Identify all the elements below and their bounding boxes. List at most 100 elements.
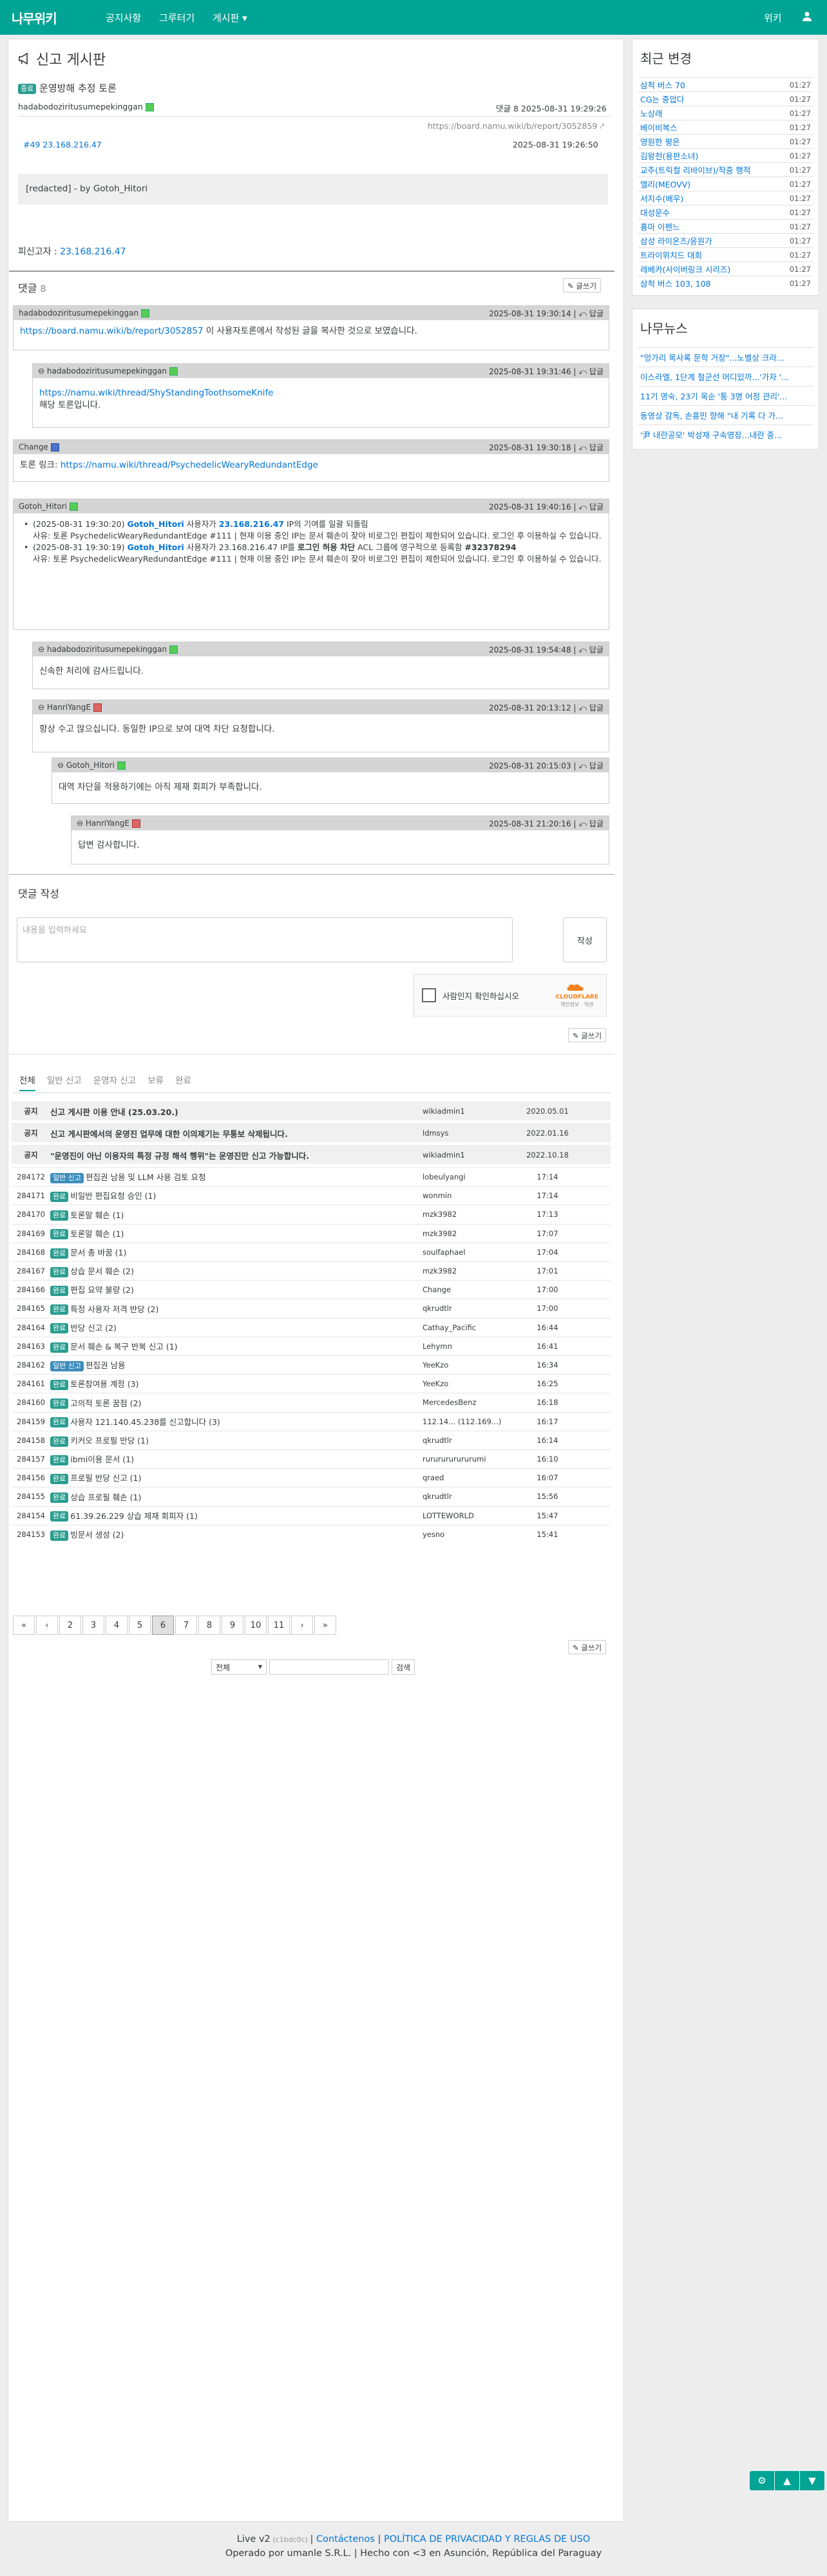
recent-change-link[interactable]: 엘리(MEOVV) bbox=[640, 178, 690, 190]
recent-change-item[interactable]: 서지수(배우) 01:27 bbox=[638, 191, 813, 205]
row-title[interactable]: 완료 61.39.26.229 상습 제재 회피자 (1) bbox=[50, 1509, 423, 1522]
recent-change-link[interactable]: 노상래 bbox=[640, 107, 663, 119]
recent-change-link[interactable]: 영원한 평온 bbox=[640, 135, 680, 148]
table-row[interactable]: 284165 완료 특정 사용자 저격 반당 (2) qkrudtlr 17:00 bbox=[12, 1299, 611, 1317]
news-item[interactable]: '尹 내란공모' 박성재 구속영장...내란 중... bbox=[638, 425, 813, 444]
row-title-text[interactable]: 토론참여용 계정 (3) bbox=[70, 1379, 138, 1389]
reply-button[interactable]: ⤺ 답글 bbox=[578, 761, 604, 770]
table-row[interactable]: 284162 일반 신고 편집권 남용 YeeKzo 16:34 bbox=[12, 1355, 611, 1374]
comment-link[interactable]: https://namu.wiki/thread/ShyStandingToot… bbox=[39, 388, 273, 398]
write-button-list[interactable]: ✎ 글쓰기 bbox=[568, 1640, 607, 1654]
row-title[interactable]: 완료 프로필 반당 신고 (1) bbox=[50, 1471, 423, 1484]
row-title-text[interactable]: 토론말 훼손 (1) bbox=[70, 1210, 124, 1220]
user-icon[interactable] bbox=[802, 11, 812, 24]
nav-stump[interactable]: 그루터기 bbox=[159, 11, 195, 24]
table-row[interactable]: 284164 완료 반당 신고 (2) Cathay_Pacific 16:44 bbox=[12, 1317, 611, 1337]
row-author[interactable]: LOTTEWORLD bbox=[423, 1511, 522, 1520]
row-title[interactable]: 완료 토론참여용 계정 (3) bbox=[50, 1377, 423, 1390]
recent-change-item[interactable]: CG는 중압다 01:27 bbox=[638, 91, 813, 106]
contact-link[interactable]: Contáctenos bbox=[316, 2534, 375, 2544]
page-link[interactable]: « bbox=[13, 1616, 35, 1635]
table-row[interactable]: 284161 완료 토론참여용 계정 (3) YeeKzo 16:25 bbox=[12, 1374, 611, 1393]
recent-change-link[interactable]: 김왕천(용판소녀) bbox=[640, 149, 698, 162]
row-author[interactable]: mzk3982 bbox=[423, 1229, 522, 1238]
row-author[interactable]: soulfaphael bbox=[423, 1248, 522, 1257]
scroll-bottom-icon[interactable]: ▼ bbox=[800, 2471, 824, 2490]
row-author[interactable]: 112.14... (112.169...) bbox=[423, 1417, 522, 1426]
row-author[interactable]: qkrudtlr bbox=[423, 1492, 522, 1501]
row-author[interactable]: mzk3982 bbox=[423, 1266, 522, 1275]
page-link[interactable]: » bbox=[314, 1616, 336, 1635]
row-author[interactable]: lobeulyangi bbox=[423, 1172, 522, 1181]
news-item[interactable]: 11기 영숙, 23기 옥순 '통 3명 어정 관리'... bbox=[638, 386, 813, 405]
row-title-text[interactable]: 상습 프로필 훼손 (1) bbox=[70, 1493, 141, 1502]
row-title-text[interactable]: 토론말 훼손 (1) bbox=[70, 1229, 124, 1239]
row-author[interactable]: wikiadmin1 bbox=[423, 1107, 522, 1116]
write-button-form[interactable]: ✎ 글쓰기 bbox=[568, 1028, 607, 1042]
table-row[interactable]: 284167 완료 상습 문서 훼손 (2) mzk3982 17:01 bbox=[12, 1261, 611, 1280]
page-link[interactable]: 10 bbox=[245, 1616, 267, 1635]
row-title[interactable]: 일반 신고 편집권 남용 bbox=[50, 1359, 423, 1371]
table-row[interactable]: 284154 완료 61.39.26.229 상습 제재 회피자 (1) LOTTEW… bbox=[12, 1505, 611, 1525]
row-author[interactable]: rururururururumi bbox=[423, 1455, 522, 1464]
recent-change-item[interactable]: 흉마 이펜느 01:27 bbox=[638, 219, 813, 233]
page-link[interactable]: 5 bbox=[129, 1616, 151, 1635]
nav-wiki[interactable]: 위키 bbox=[764, 11, 782, 24]
table-row[interactable]: 284155 완료 상습 프로필 훼손 (1) qkrudtlr 15:56 bbox=[12, 1487, 611, 1505]
row-title-text[interactable]: 프로필 반당 신고 (1) bbox=[70, 1473, 141, 1483]
reported-ip-link[interactable]: 23.168.216.47 bbox=[60, 247, 126, 257]
settings-icon[interactable]: ⚙ bbox=[750, 2471, 774, 2490]
row-title[interactable]: 완료 사용자 121.140.45.238를 신고합니다 (3) bbox=[50, 1415, 423, 1428]
comment-author[interactable]: hadabodoziritusumepekinggan bbox=[19, 309, 150, 318]
tab-done[interactable]: 완료 bbox=[175, 1073, 191, 1091]
page-link[interactable]: 4 bbox=[106, 1616, 128, 1635]
comment-author[interactable]: Gotoh_Hitori bbox=[19, 502, 78, 511]
row-title[interactable]: "운영진이 아닌 이용자의 특정 규정 해석 행위"는 운영진만 신고 가능합니… bbox=[50, 1149, 423, 1161]
site-logo[interactable]: 나무위키 bbox=[12, 8, 57, 27]
search-type-select[interactable]: 전체 ▾ bbox=[211, 1659, 267, 1675]
notice-row[interactable]: 공지 신고 게시판 이용 안내 (25.03.20.) wikiadmin1 2020… bbox=[12, 1102, 611, 1120]
recent-change-link[interactable]: 트라이위치드 대회 bbox=[640, 249, 702, 261]
recent-change-item[interactable]: 레베카(사이버링크 시리즈) 01:27 bbox=[638, 262, 813, 276]
table-row[interactable]: 284157 완료 ibmi이용 문서 (1) rururururururumi 16:… bbox=[12, 1449, 611, 1468]
table-row[interactable]: 284158 완료 키커오 프로필 반당 (1) qkrudtlr 16:14 bbox=[12, 1430, 611, 1449]
reply-button[interactable]: ⤺ 답글 bbox=[578, 367, 604, 376]
news-link[interactable]: 이스라엘, 1단계 철군선 머디있까...'가자 '... bbox=[640, 370, 789, 383]
row-author[interactable]: Change bbox=[423, 1285, 522, 1294]
table-row[interactable]: 284171 완료 비일반 편집요청 승인 (1) wonmin 17:14 bbox=[12, 1186, 611, 1205]
reply-button[interactable]: ⤺ 답글 bbox=[578, 309, 604, 318]
page-link[interactable]: › bbox=[291, 1616, 313, 1635]
row-title[interactable]: 완료 빙문서 생성 (2) bbox=[50, 1528, 423, 1541]
recent-change-link[interactable]: 대성운수 bbox=[640, 206, 670, 218]
page-link[interactable]: 9 bbox=[222, 1616, 243, 1635]
row-author[interactable]: wikiadmin1 bbox=[423, 1150, 522, 1159]
recent-change-item[interactable]: 교주(트릭컬 리바이브)/작중 행적 01:27 bbox=[638, 162, 813, 177]
row-title-text[interactable]: 고의적 토론 꿈점 (2) bbox=[70, 1398, 141, 1408]
row-title-text[interactable]: ibmi이용 문서 (1) bbox=[70, 1455, 134, 1464]
row-title[interactable]: 완료 상습 문서 훼손 (2) bbox=[50, 1264, 423, 1277]
row-title[interactable]: 신고 게시판에서의 운영진 업무에 대한 이의제기는 무통보 삭제됩니다. bbox=[50, 1127, 423, 1140]
table-row[interactable]: 284163 완료 문서 훼손 & 복구 반복 신고 (1) Lehymn 16:41 bbox=[12, 1336, 611, 1355]
search-input[interactable] bbox=[269, 1659, 389, 1675]
page-link[interactable]: 2 bbox=[59, 1616, 81, 1635]
recent-change-link[interactable]: 베이비복스 bbox=[640, 121, 678, 133]
row-title-text[interactable]: 반당 신고 (2) bbox=[70, 1323, 117, 1333]
comment-author[interactable]: ⊖ Gotoh_Hitori bbox=[57, 761, 126, 770]
row-title[interactable]: 완료 반당 신고 (2) bbox=[50, 1321, 423, 1334]
recent-change-link[interactable]: 레베카(사이버링크 시리즈) bbox=[640, 263, 730, 275]
recent-change-item[interactable]: 노상래 01:27 bbox=[638, 106, 813, 120]
comment-link[interactable]: https://board.namu.wiki/b/report/3052857 bbox=[20, 326, 203, 336]
row-title-text[interactable]: 61.39.26.229 상습 제재 회피자 (1) bbox=[70, 1511, 198, 1521]
row-title[interactable]: 완료 문서 훼손 & 복구 반복 신고 (1) bbox=[50, 1340, 423, 1353]
search-button[interactable]: 검색 bbox=[392, 1659, 415, 1675]
row-title[interactable]: 완료 토론말 훼손 (1) bbox=[50, 1227, 423, 1240]
notice-row[interactable]: 공지 신고 게시판에서의 운영진 업무에 대한 이의제기는 무통보 삭제됩니다. l… bbox=[12, 1123, 611, 1142]
recent-change-item[interactable]: 김왕천(용판소녀) 01:27 bbox=[638, 148, 813, 162]
row-title-text[interactable]: 사용자 121.140.45.238를 신고합니다 (3) bbox=[70, 1417, 220, 1427]
row-author[interactable]: qkrudtlr bbox=[423, 1436, 522, 1445]
reply-button[interactable]: ⤺ 답글 bbox=[578, 645, 604, 654]
row-title-text[interactable]: 문서 훼손 & 복구 반복 신고 (1) bbox=[70, 1342, 177, 1351]
privacy-link[interactable]: POLÍTICA DE PRIVACIDAD Y REGLAS DE USO bbox=[384, 2534, 590, 2544]
row-title-text[interactable]: 편집권 남용 bbox=[86, 1360, 125, 1370]
row-title[interactable]: 완료 ibmi이용 문서 (1) bbox=[50, 1453, 423, 1465]
